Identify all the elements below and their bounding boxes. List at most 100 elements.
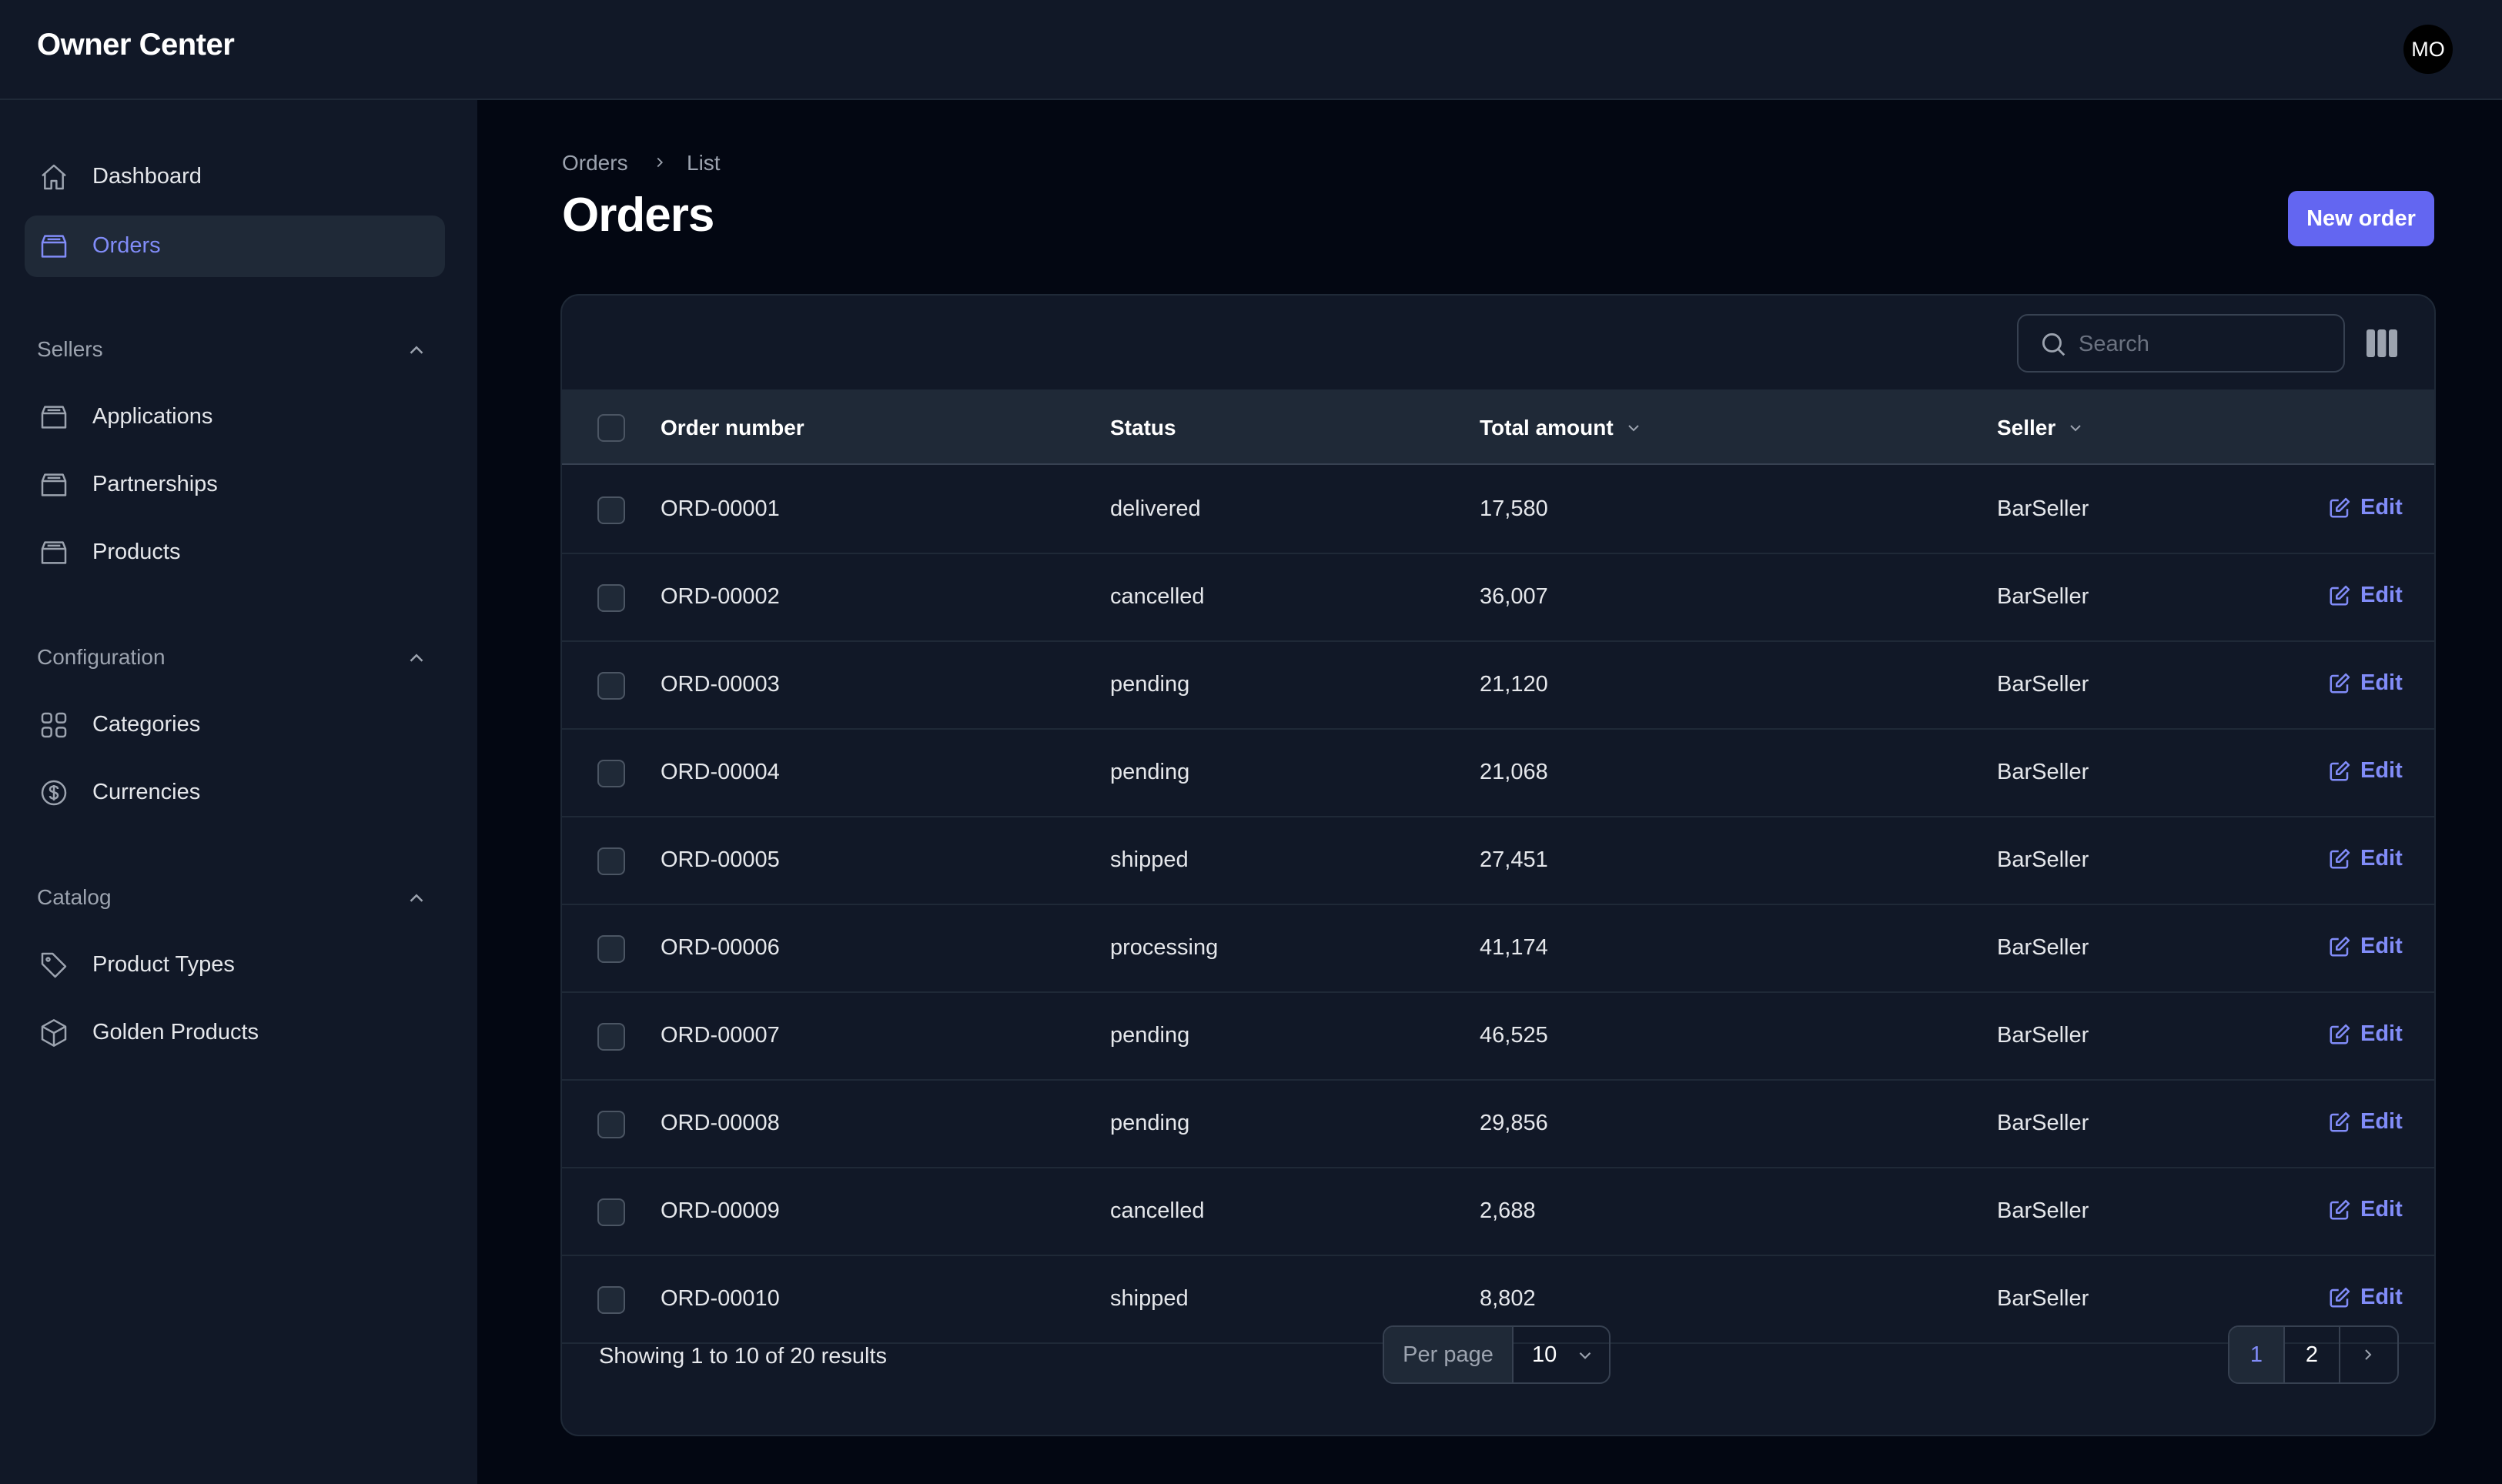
edit-link[interactable]: Edit [2328, 583, 2403, 608]
edit-link[interactable]: Edit [2328, 1197, 2403, 1222]
column-header-seller[interactable]: Seller [1997, 416, 2085, 440]
dollar-icon [41, 780, 67, 806]
sidebar-item-dashboard[interactable]: Dashboard [25, 146, 445, 208]
order-number-cell: ORD-00003 [661, 672, 780, 697]
order-number-cell: ORD-00008 [661, 1111, 780, 1135]
edit-label: Edit [2360, 1109, 2403, 1134]
new-order-button[interactable]: New order [2288, 191, 2434, 246]
sidebar-item-label: Golden Products [92, 1020, 259, 1044]
edit-label: Edit [2360, 495, 2403, 520]
sidebar-item-label: Applications [92, 404, 213, 429]
per-page-select[interactable]: Per page 10 [1383, 1325, 1611, 1384]
box-icon [41, 541, 67, 564]
sidebar-item-label: Product Types [92, 952, 235, 977]
table-row: ORD-00006 processing 41,174 BarSeller Edit [562, 905, 2434, 993]
search-box[interactable] [2017, 314, 2345, 373]
sidebar-item-label: Products [92, 540, 181, 564]
cube-icon [41, 1019, 67, 1047]
sidebar-item-golden-products[interactable]: Golden Products [25, 1002, 445, 1064]
row-checkbox[interactable] [597, 1111, 625, 1138]
page-button-2[interactable]: 2 [2285, 1327, 2340, 1382]
search-input[interactable] [2079, 326, 2333, 362]
total-amount-cell: 36,007 [1480, 584, 1548, 609]
edit-link[interactable]: Edit [2328, 1109, 2403, 1135]
column-header-label: Total amount [1480, 416, 1614, 440]
next-page-button[interactable] [2340, 1327, 2396, 1382]
column-header-status: Status [1110, 416, 1176, 440]
edit-label: Edit [2360, 934, 2403, 958]
seller-cell: BarSeller [1997, 760, 2089, 784]
order-number-cell: ORD-00005 [661, 847, 780, 872]
order-number-cell: ORD-00009 [661, 1198, 780, 1223]
order-number-cell: ORD-00001 [661, 496, 780, 521]
row-checkbox[interactable] [597, 1023, 625, 1051]
edit-icon [2330, 1287, 2350, 1307]
sidebar-item-applications[interactable]: Applications [25, 386, 445, 448]
edit-label: Edit [2360, 758, 2403, 783]
box-icon [41, 406, 67, 429]
group-title-catalog: Catalog [37, 885, 112, 909]
sidebar-item-partnerships[interactable]: Partnerships [25, 454, 445, 516]
total-amount-cell: 27,451 [1480, 847, 1548, 872]
page-button-1[interactable]: 1 [2229, 1327, 2285, 1382]
edit-label: Edit [2360, 583, 2403, 607]
table-row: ORD-00004 pending 21,068 BarSeller Edit [562, 730, 2434, 817]
row-checkbox[interactable] [597, 496, 625, 524]
status-cell: pending [1110, 760, 1190, 784]
status-cell: cancelled [1110, 584, 1205, 609]
edit-link[interactable]: Edit [2328, 1021, 2403, 1047]
edit-icon [2330, 848, 2350, 868]
columns-icon[interactable] [2367, 329, 2397, 357]
edit-link[interactable]: Edit [2328, 495, 2403, 520]
chevron-up-icon[interactable] [405, 887, 428, 910]
status-cell: pending [1110, 672, 1190, 697]
edit-label: Edit [2360, 846, 2403, 871]
column-header-total-amount[interactable]: Total amount [1480, 416, 1643, 440]
sidebar-item-product-types[interactable]: Product Types [25, 934, 445, 996]
column-header-label: Order number [661, 416, 804, 440]
order-number-cell: ORD-00006 [661, 935, 780, 960]
edit-label: Edit [2360, 1021, 2403, 1046]
breadcrumb-current: List [687, 151, 721, 175]
edit-link[interactable]: Edit [2328, 846, 2403, 871]
order-number-cell: ORD-00002 [661, 584, 780, 609]
table-row: ORD-00008 pending 29,856 BarSeller Edit [562, 1081, 2434, 1168]
seller-cell: BarSeller [1997, 672, 2089, 697]
top-bar: Owner Center MO [0, 0, 2502, 100]
row-checkbox[interactable] [597, 935, 625, 963]
row-checkbox[interactable] [597, 1286, 625, 1314]
sidebar-item-products[interactable]: Products [25, 522, 445, 583]
edit-icon [2330, 936, 2350, 956]
sidebar-item-currencies[interactable]: Currencies [25, 762, 445, 824]
chevron-up-icon[interactable] [405, 339, 428, 362]
column-header-order-number: Order number [661, 416, 804, 440]
status-cell: shipped [1110, 847, 1189, 872]
edit-label: Edit [2360, 1285, 2403, 1309]
edit-link[interactable]: Edit [2328, 758, 2403, 784]
row-checkbox[interactable] [597, 1198, 625, 1226]
sidebar-item-orders[interactable]: Orders [25, 216, 445, 277]
box-icon [41, 235, 67, 258]
seller-cell: BarSeller [1997, 847, 2089, 872]
edit-link[interactable]: Edit [2328, 670, 2403, 696]
sidebar-item-label: Orders [92, 233, 161, 258]
order-number-cell: ORD-00004 [661, 760, 780, 784]
edit-icon [2330, 1024, 2350, 1044]
page-title: Orders [562, 189, 714, 242]
sidebar-item-label: Partnerships [92, 472, 218, 496]
total-amount-cell: 46,525 [1480, 1023, 1548, 1048]
user-avatar[interactable]: MO [2403, 25, 2453, 74]
row-checkbox[interactable] [597, 847, 625, 875]
chevron-up-icon[interactable] [405, 647, 428, 670]
row-checkbox[interactable] [597, 672, 625, 700]
group-title-sellers: Sellers [37, 337, 103, 361]
edit-link[interactable]: Edit [2328, 934, 2403, 959]
select-all-checkbox[interactable] [597, 414, 625, 442]
row-checkbox[interactable] [597, 584, 625, 612]
edit-link[interactable]: Edit [2328, 1285, 2403, 1310]
sidebar: Dashboard Orders Sellers Applications Pa… [0, 100, 477, 1484]
sidebar-item-categories[interactable]: Categories [25, 694, 445, 756]
breadcrumb-orders-link[interactable]: Orders [562, 151, 628, 175]
tag-icon [41, 952, 67, 978]
row-checkbox[interactable] [597, 760, 625, 787]
